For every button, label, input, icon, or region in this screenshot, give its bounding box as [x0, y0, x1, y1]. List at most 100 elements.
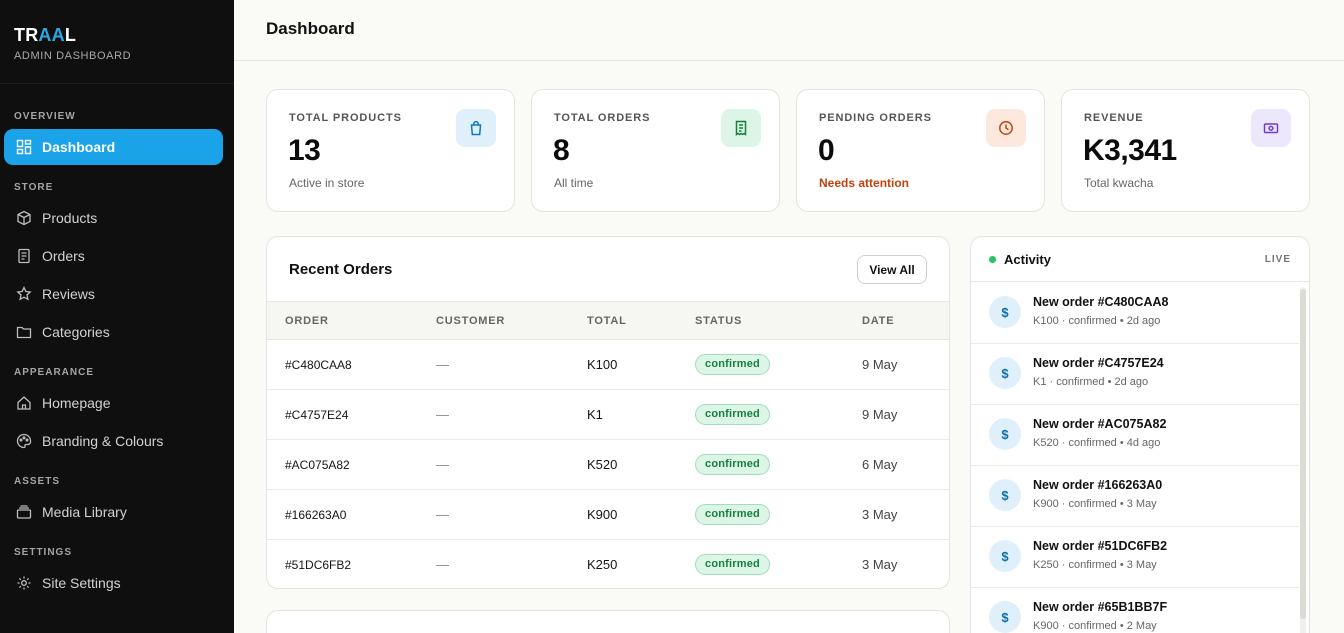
sidebar-item-products[interactable]: Products: [4, 200, 223, 236]
sidebar-item-reviews[interactable]: Reviews: [4, 276, 223, 312]
image-stack-icon: [16, 504, 32, 520]
stat-subtext: Total kwacha: [1084, 176, 1154, 190]
section-label-settings: SETTINGS: [14, 547, 73, 558]
home-icon: [16, 395, 32, 411]
sidebar-item-label: Orders: [42, 248, 85, 264]
activity-item-meta: K100 · confirmed • 2d ago: [1033, 315, 1161, 327]
activity-item[interactable]: $ New order #C4757E24 K1 · confirmed • 2…: [971, 344, 1299, 405]
box-icon: [16, 210, 32, 226]
order-date: 3 May: [862, 507, 898, 522]
activity-item[interactable]: $ New order #51DC6FB2 K250 · confirmed •…: [971, 527, 1299, 588]
order-total: K1: [587, 407, 603, 422]
sidebar: TRAAL ADMIN DASHBOARD OVERVIEW Dashboard…: [0, 0, 234, 633]
scrollbar-thumb[interactable]: [1300, 289, 1306, 619]
sidebar-item-media-library[interactable]: Media Library: [4, 494, 223, 530]
order-total: K900: [587, 507, 618, 522]
activity-item-title: New order #C4757E24: [1033, 356, 1164, 370]
table-row[interactable]: #AC075A82 — K520 confirmed 6 May: [267, 440, 949, 490]
sidebar-item-label: Homepage: [42, 395, 111, 411]
recent-orders-card: Recent Orders View All ORDER CUSTOMER TO…: [266, 236, 950, 589]
sidebar-item-site-settings[interactable]: Site Settings: [4, 565, 223, 601]
sidebar-item-label: Media Library: [42, 504, 127, 520]
order-id: #C4757E24: [285, 408, 349, 422]
table-row[interactable]: #C4757E24 — K1 confirmed 9 May: [267, 390, 949, 440]
order-customer: —: [436, 507, 449, 522]
order-date: 6 May: [862, 457, 898, 472]
stat-value: 0: [818, 134, 835, 167]
sidebar-item-label: Branding & Colours: [42, 433, 164, 449]
receipt-icon: [721, 109, 761, 147]
page-title: Dashboard: [266, 19, 355, 38]
dollar-icon: $: [989, 540, 1021, 572]
column-header-customer[interactable]: CUSTOMER: [436, 315, 505, 327]
activity-item-meta: K900 · confirmed • 3 May: [1033, 498, 1157, 510]
sidebar-item-branding[interactable]: Branding & Colours: [4, 423, 223, 459]
column-header-date[interactable]: DATE: [862, 315, 894, 327]
dollar-icon: $: [989, 418, 1021, 450]
stat-label: REVENUE: [1084, 112, 1144, 124]
activity-item-meta: K900 · confirmed • 2 May: [1033, 620, 1157, 632]
status-badge: confirmed: [695, 504, 770, 525]
stat-subtext: All time: [554, 176, 594, 190]
table-row[interactable]: #166263A0 — K900 confirmed 3 May: [267, 490, 949, 540]
dollar-icon: $: [989, 601, 1021, 633]
column-header-status[interactable]: STATUS: [695, 315, 742, 327]
column-header-order[interactable]: ORDER: [285, 315, 329, 327]
stat-value: K3,341: [1083, 134, 1177, 167]
activity-item-title: New order #65B1BB7F: [1033, 600, 1168, 614]
table-header: ORDER CUSTOMER TOTAL STATUS DATE: [267, 302, 949, 340]
activity-item-title: New order #AC075A82: [1033, 417, 1167, 431]
activity-item[interactable]: $ New order #166263A0 K900 · confirmed •…: [971, 466, 1299, 527]
next-card: [266, 610, 950, 633]
recent-orders-header: Recent Orders View All: [267, 237, 949, 302]
status-badge: confirmed: [695, 554, 770, 575]
stat-subtext: Active in store: [289, 176, 365, 190]
stat-label: TOTAL ORDERS: [554, 112, 651, 124]
brand-subtitle: ADMIN DASHBOARD: [14, 50, 132, 62]
document-icon: [16, 248, 32, 264]
activity-header: Activity LIVE: [971, 237, 1309, 282]
sidebar-item-orders[interactable]: Orders: [4, 238, 223, 274]
status-badge: confirmed: [695, 404, 770, 425]
activity-item[interactable]: $ New order #AC075A82 K520 · confirmed •…: [971, 405, 1299, 466]
stat-value: 13: [288, 134, 321, 167]
section-label-appearance: APPEARANCE: [14, 367, 95, 378]
dollar-icon: $: [989, 296, 1021, 328]
activity-title: Activity: [1004, 252, 1051, 267]
table-row[interactable]: #51DC6FB2 — K250 confirmed 3 May: [267, 540, 949, 588]
clock-icon: [986, 109, 1026, 147]
activity-item[interactable]: $ New order #C480CAA8 K100 · confirmed •…: [971, 283, 1299, 344]
stat-label: TOTAL PRODUCTS: [289, 112, 402, 124]
section-label-assets: ASSETS: [14, 476, 61, 487]
sidebar-item-dashboard[interactable]: Dashboard: [4, 129, 223, 165]
table-row[interactable]: #C480CAA8 — K100 confirmed 9 May: [267, 340, 949, 390]
order-customer: —: [436, 457, 449, 472]
order-id: #51DC6FB2: [285, 558, 352, 572]
stat-card-pending-orders: PENDING ORDERS 0 Needs attention: [796, 89, 1045, 212]
order-customer: —: [436, 407, 449, 422]
sidebar-item-homepage[interactable]: Homepage: [4, 385, 223, 421]
folder-icon: [16, 324, 32, 340]
column-header-total[interactable]: TOTAL: [587, 315, 627, 327]
sidebar-item-categories[interactable]: Categories: [4, 314, 223, 350]
grid-icon: [16, 139, 32, 155]
sidebar-item-label: Categories: [42, 324, 110, 340]
sidebar-item-label: Dashboard: [42, 139, 116, 155]
order-customer: —: [436, 557, 449, 572]
status-badge: confirmed: [695, 454, 770, 475]
recent-orders-title: Recent Orders: [289, 261, 393, 278]
activity-item-meta: K520 · confirmed • 4d ago: [1033, 437, 1161, 449]
brand: TRAAL ADMIN DASHBOARD: [0, 0, 234, 84]
brand-logo[interactable]: TRAAL: [14, 26, 220, 44]
live-indicator-icon: [989, 256, 996, 263]
top-bar: Dashboard: [234, 0, 1344, 61]
sidebar-item-label: Products: [42, 210, 98, 226]
sidebar-item-label: Site Settings: [42, 575, 121, 591]
stat-value: 8: [553, 134, 570, 167]
stat-card-total-products: TOTAL PRODUCTS 13 Active in store: [266, 89, 515, 212]
activity-item[interactable]: $ New order #65B1BB7F K900 · confirmed •…: [971, 588, 1299, 633]
order-total: K520: [587, 457, 618, 472]
order-date: 9 May: [862, 357, 898, 372]
stat-card-total-orders: TOTAL ORDERS 8 All time: [531, 89, 780, 212]
view-all-button[interactable]: View All: [857, 255, 927, 284]
